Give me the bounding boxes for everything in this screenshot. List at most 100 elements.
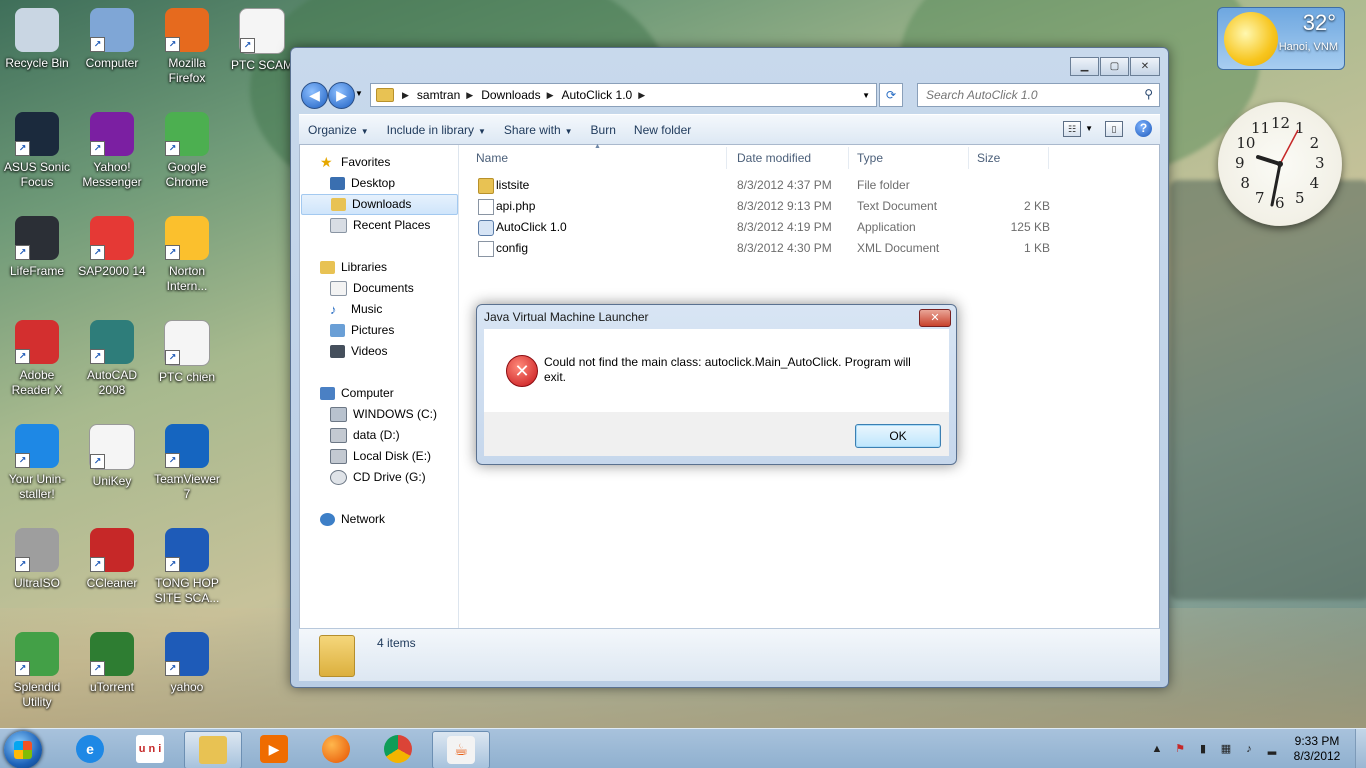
column-name[interactable]: Name [476, 149, 508, 167]
nav-drive-d[interactable]: data (D:) [330, 426, 400, 445]
desktop-shortcut[interactable]: ↗ Yahoo! Messenger [75, 106, 149, 190]
file-row[interactable]: config 8/3/2012 4:30 PM XML Document 1 KB [472, 238, 1058, 258]
close-button[interactable]: ✕ [1130, 57, 1160, 76]
help-icon[interactable]: ? [1135, 120, 1152, 137]
desktop-shortcut[interactable]: ↗ yahoo [150, 626, 224, 695]
error-dialog[interactable]: Java Virtual Machine Launcher ✕ ✕ Could … [476, 304, 957, 465]
taskbar-windows-explorer[interactable] [184, 731, 242, 768]
nav-pictures[interactable]: Pictures [330, 321, 394, 340]
breadcrumb-separator[interactable]: ▶ [466, 90, 473, 101]
column-date-modified[interactable]: Date modified [737, 149, 811, 167]
desktop-shortcut[interactable]: ↗ TONG HOP SITE SCA... [150, 522, 224, 606]
search-icon[interactable]: ⚲ [1144, 87, 1153, 101]
column-divider[interactable] [1048, 147, 1049, 169]
ok-button[interactable]: OK [855, 424, 941, 448]
nav-desktop[interactable]: Desktop [330, 174, 395, 193]
network-tray-icon[interactable]: ▦ [1218, 741, 1234, 757]
desktop-shortcut[interactable]: ↗ PTC chien [150, 314, 224, 385]
desktop-shortcut[interactable]: ↗ Adobe Reader X [0, 314, 74, 398]
taskbar-internet-explorer[interactable]: e [62, 731, 118, 767]
new-folder-button[interactable]: New folder [625, 123, 700, 137]
maximize-button[interactable]: ▢ [1100, 57, 1129, 76]
forward-button[interactable]: ▶ [328, 82, 355, 109]
view-dropdown-icon[interactable]: ▼ [1085, 124, 1093, 133]
breadcrumb-separator[interactable]: ▶ [547, 90, 554, 101]
application-icon [478, 220, 494, 236]
breadcrumb-autoclick[interactable]: AutoClick 1.0 [562, 88, 633, 102]
desktop-shortcut[interactable]: ↗ SAP2000 14 [75, 210, 149, 279]
column-divider[interactable] [848, 147, 849, 169]
file-row[interactable]: api.php 8/3/2012 9:13 PM Text Document 2 KB [472, 196, 1058, 216]
signal-icon[interactable]: ▂ [1264, 741, 1280, 757]
desktop-shortcut-label: uTorrent [89, 680, 135, 694]
recent-pages-dropdown[interactable]: ▼ [355, 89, 363, 98]
breadcrumb-separator[interactable]: ▶ [402, 90, 409, 101]
refresh-button[interactable]: ⟳ [879, 83, 903, 107]
column-divider[interactable] [968, 147, 969, 169]
taskbar-media-player[interactable]: ▶ [246, 731, 302, 767]
nav-documents[interactable]: Documents [330, 279, 414, 298]
desktop-shortcut[interactable]: ↗ LifeFrame [0, 210, 74, 279]
breadcrumb-samtran[interactable]: samtran [417, 88, 460, 102]
address-bar[interactable]: ▶ samtran ▶ Downloads ▶ AutoClick 1.0 ▶ … [370, 83, 877, 107]
desktop-shortcut[interactable]: ↗ Splendid Utility [0, 626, 74, 710]
desktop-shortcut[interactable]: ↗ Computer [75, 2, 149, 71]
taskbar-chrome[interactable] [370, 731, 426, 767]
desktop-shortcut[interactable]: ↗ AutoCAD 2008 [75, 314, 149, 398]
file-row[interactable]: AutoClick 1.0 8/3/2012 4:19 PM Application… [472, 217, 1058, 237]
nav-downloads[interactable]: Downloads [301, 194, 458, 215]
volume-icon[interactable]: ♪ [1241, 741, 1257, 757]
desktop-shortcut[interactable]: ↗ UltraISO [0, 522, 74, 591]
taskbar-unikey[interactable]: u n i [122, 731, 178, 767]
breadcrumb-separator[interactable]: ▶ [638, 90, 645, 101]
nav-network[interactable]: Network [320, 510, 385, 529]
action-center-icon[interactable]: ⚑ [1172, 741, 1188, 757]
preview-pane-icon[interactable]: ▯ [1105, 120, 1123, 137]
column-size[interactable]: Size [977, 149, 1000, 167]
file-row[interactable]: listsite 8/3/2012 4:37 PM File folder [472, 175, 1058, 195]
nav-drive-g[interactable]: CD Drive (G:) [330, 468, 426, 487]
desktop-shortcut[interactable]: ↗ TeamViewer 7 [150, 418, 224, 502]
taskbar-java[interactable]: ☕ [432, 731, 490, 768]
nav-libraries[interactable]: Libraries [320, 258, 387, 277]
desktop-shortcut[interactable]: ↗ Norton Intern... [150, 210, 224, 294]
desktop-shortcut[interactable]: ↗ CCleaner [75, 522, 149, 591]
desktop-shortcut[interactable]: ↗ Google Chrome [150, 106, 224, 190]
search-box[interactable]: ⚲ [917, 83, 1160, 107]
organize-menu[interactable]: Organize ▼ [299, 123, 378, 137]
nav-computer[interactable]: Computer [320, 384, 394, 403]
minimize-button[interactable]: ▁ [1070, 57, 1099, 76]
start-button[interactable] [4, 731, 42, 768]
safely-remove-hardware-icon[interactable]: ▮ [1195, 741, 1211, 757]
dialog-close-button[interactable]: ✕ [919, 309, 951, 327]
share-with-menu[interactable]: Share with ▼ [495, 123, 582, 137]
column-type[interactable]: Type [857, 149, 883, 167]
clock-gadget[interactable]: 12 1 2 3 4 5 6 7 8 9 10 11 [1218, 102, 1342, 226]
nav-recent-places[interactable]: Recent Places [330, 216, 430, 235]
change-view-icon[interactable]: ☷ [1063, 120, 1082, 137]
back-button[interactable]: ◀ [301, 82, 328, 109]
breadcrumb-downloads[interactable]: Downloads [481, 88, 540, 102]
taskbar-firefox[interactable] [308, 731, 364, 767]
column-divider[interactable] [726, 147, 727, 169]
nav-videos[interactable]: Videos [330, 342, 387, 361]
desktop-shortcut[interactable]: ↗ Mozilla Firefox [150, 2, 224, 86]
desktop-shortcut[interactable]: ↗ Your Unin-staller! [0, 418, 74, 502]
desktop-shortcut[interactable]: ↗ UniKey [75, 418, 149, 489]
nav-music[interactable]: ♪ Music [330, 300, 382, 319]
desktop-shortcut[interactable]: Recycle Bin [0, 2, 74, 71]
show-hidden-icons-icon[interactable]: ▲ [1149, 741, 1165, 757]
taskbar-clock[interactable]: 9:33 PM 8/3/2012 [1287, 734, 1347, 764]
desktop-shortcut[interactable]: ↗ uTorrent [75, 626, 149, 695]
nav-drive-e[interactable]: Local Disk (E:) [330, 447, 431, 466]
search-input[interactable] [918, 84, 1128, 106]
weather-gadget[interactable]: 32° Hanoi, VNM [1217, 7, 1345, 70]
burn-button[interactable]: Burn [582, 123, 625, 137]
include-in-library-menu[interactable]: Include in library ▼ [378, 123, 495, 137]
show-desktop-button[interactable] [1355, 729, 1366, 768]
nav-favorites[interactable]: ★ Favorites [320, 153, 390, 172]
desktop-shortcut[interactable]: ↗ PTC SCAM [225, 2, 299, 73]
address-dropdown-icon[interactable]: ▼ [862, 91, 870, 100]
nav-drive-c[interactable]: WINDOWS (C:) [330, 405, 437, 424]
desktop-shortcut[interactable]: ↗ ASUS Sonic Focus [0, 106, 74, 190]
